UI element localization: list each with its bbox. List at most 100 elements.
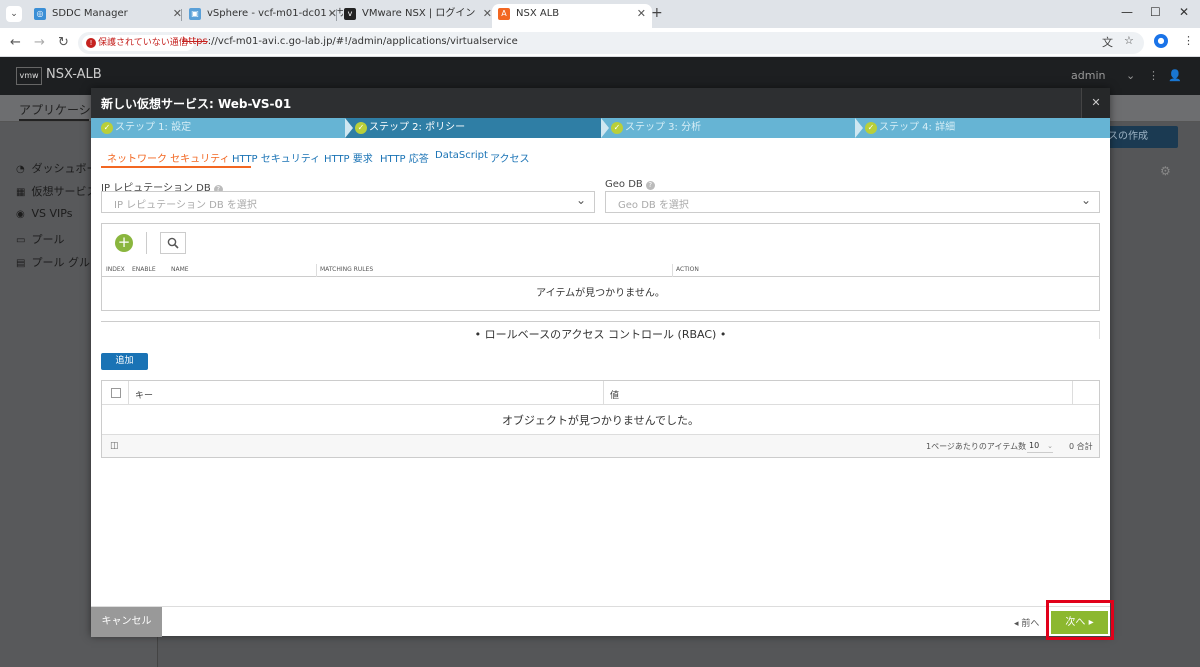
empty-message: アイテムが見つかりません。 xyxy=(536,288,665,299)
column-divider[interactable] xyxy=(672,264,673,277)
geo-db-select[interactable]: Geo DB を選択 ⌄ xyxy=(605,191,1100,213)
toolbar-divider xyxy=(146,232,147,254)
create-virtual-service-button[interactable]: スの作成 xyxy=(1098,126,1178,148)
sidebar-item-label: 仮想サービス xyxy=(31,185,98,198)
previous-button[interactable]: ◂ 前へ xyxy=(1014,616,1039,629)
sidebar-item-label: VS VIPs xyxy=(31,207,73,220)
wizard-step-label: ステップ 4: 詳細 xyxy=(879,122,956,133)
tab-http-security[interactable]: HTTP セキュリティ xyxy=(232,150,320,165)
chevron-down-icon[interactable]: ⌄ xyxy=(1126,69,1135,82)
security-indicator[interactable]: ! 保護されていない通信 xyxy=(82,35,194,51)
browser-tab-vsphere[interactable]: ▣ vSphere - vcf-m01-dc01 - サマリ ✕ xyxy=(183,4,343,28)
per-page-select[interactable]: 10 ⌄ xyxy=(1027,439,1053,453)
gear-icon[interactable]: ⚙ xyxy=(1160,164,1171,178)
column-header-key[interactable]: キー xyxy=(135,388,153,401)
reload-icon[interactable]: ↻ xyxy=(58,35,69,50)
column-header[interactable]: MATCHING RULES xyxy=(320,266,373,273)
active-tab-underline xyxy=(101,166,251,168)
more-menu-icon[interactable]: ⋮ xyxy=(1148,69,1159,82)
previous-label: 前へ xyxy=(1021,619,1040,629)
add-button[interactable]: 追加 xyxy=(101,353,148,370)
empty-message: オブジェクトが見つかりませんでした。 xyxy=(501,414,700,427)
browser-tab-sddc[interactable]: ◎ SDDC Manager ✕ xyxy=(28,4,188,28)
app-title: NSX-ALB xyxy=(46,67,102,82)
tab-http-request[interactable]: HTTP 要求 xyxy=(324,150,373,165)
rbac-grid: キー 値 オブジェクトが見つかりませんでした。 ◫ 1ページあたりのアイテム数 … xyxy=(101,380,1100,458)
tab-search-icon[interactable]: ⌄ xyxy=(6,6,22,22)
profile-avatar-icon[interactable]: ● xyxy=(1154,34,1168,48)
select-placeholder: IP レピュテーション DB を選択 xyxy=(114,200,257,211)
help-icon[interactable]: ? xyxy=(645,181,655,190)
wizard-step-3[interactable]: ✓ ステップ 3: 分析 xyxy=(601,118,855,138)
grid-header: INDEX ENABLE NAME MATCHING RULES ACTION xyxy=(102,264,1099,277)
sidebar-item-label: プール xyxy=(31,233,65,246)
address-bar[interactable]: ! 保護されていない通信 https://vcf-m01-avi.c.go-la… xyxy=(78,32,1144,54)
bookmark-star-icon[interactable]: ☆ xyxy=(1124,34,1134,47)
column-header[interactable]: ACTION xyxy=(676,266,699,273)
user-icon[interactable]: 👤 xyxy=(1168,69,1182,82)
new-tab-button[interactable]: + xyxy=(651,5,663,21)
vip-icon: ◉ xyxy=(16,209,25,220)
new-virtual-service-modal: 新しい仮想サービス: Web-VS-01 ✕ ✓ ステップ 1: 設定 ✓ ステ… xyxy=(91,88,1110,637)
tab-divider xyxy=(336,9,337,21)
chevron-down-icon: ⌄ xyxy=(1080,193,1091,207)
column-header-value[interactable]: 値 xyxy=(610,388,619,401)
step-arrow-separator xyxy=(345,118,353,138)
browser-tab-strip: ⌄ ◎ SDDC Manager ✕ ▣ vSphere - vcf-m01-d… xyxy=(0,0,1200,28)
tab-access[interactable]: アクセス xyxy=(490,150,530,165)
dashboard-icon: ◔ xyxy=(16,164,25,175)
step-arrow-separator xyxy=(855,118,863,138)
close-icon[interactable]: ✕ xyxy=(483,4,492,24)
column-toggle-icon[interactable]: ◫ xyxy=(110,441,119,451)
security-label: 保護されていない通信 xyxy=(98,38,188,48)
modal-close-icon[interactable]: ✕ xyxy=(1081,88,1110,118)
forward-icon[interactable]: → xyxy=(34,35,45,50)
back-icon[interactable]: ← xyxy=(10,35,21,50)
virtual-service-icon: ▦ xyxy=(16,187,26,198)
pool-group-icon: ▤ xyxy=(16,258,26,269)
tab-http-response[interactable]: HTTP 応答 xyxy=(380,150,429,165)
url-scheme: https xyxy=(182,36,208,47)
sidebar-item-pools[interactable]: ▭ プール xyxy=(16,231,65,247)
maximize-icon[interactable]: ☐ xyxy=(1150,5,1161,19)
check-circle-icon: ✓ xyxy=(355,122,367,134)
column-divider[interactable] xyxy=(603,381,604,405)
vmware-icon: v xyxy=(344,8,356,20)
column-header[interactable]: INDEX xyxy=(106,266,125,273)
browser-toolbar: ← → ↻ ! 保護されていない通信 https://vcf-m01-avi.c… xyxy=(0,28,1200,57)
wizard-step-2[interactable]: ✓ ステップ 2: ポリシー xyxy=(345,118,601,138)
wizard-step-4[interactable]: ✓ ステップ 4: 詳細 xyxy=(855,118,1110,138)
total-count: 0 合計 xyxy=(1069,442,1093,451)
column-divider[interactable] xyxy=(316,264,317,277)
user-menu[interactable]: admin xyxy=(1071,69,1105,82)
rbac-section-title[interactable]: • ロールベースのアクセス コントロール (RBAC) • xyxy=(91,326,1110,342)
ip-reputation-select[interactable]: IP レピュテーション DB を選択 ⌄ xyxy=(101,191,595,213)
column-header[interactable]: ENABLE xyxy=(132,266,156,273)
tab-network-security[interactable]: ネットワーク セキュリティ xyxy=(107,150,230,165)
select-all-checkbox[interactable] xyxy=(111,388,121,398)
sidebar-item-vs-vips[interactable]: ◉ VS VIPs xyxy=(16,207,72,220)
tab-divider xyxy=(181,9,182,21)
browser-tab-alb[interactable]: A NSX ALB ✕ xyxy=(492,4,652,28)
cancel-button[interactable]: キャンセル xyxy=(91,607,162,637)
browser-menu-icon[interactable]: ⋮ xyxy=(1183,34,1194,47)
chevron-down-icon: ⌄ xyxy=(1047,442,1053,450)
translate-icon[interactable]: 文 xyxy=(1102,34,1113,50)
caret-left-icon: ◂ xyxy=(1014,619,1019,629)
tab-title: vSphere - vcf-m01-dc01 - サマリ xyxy=(207,8,343,19)
sddc-icon: ◎ xyxy=(34,8,46,20)
browser-tab-nsx[interactable]: v VMware NSX | ログイン ✕ xyxy=(338,4,498,28)
minimize-icon[interactable]: — xyxy=(1121,5,1133,19)
vmw-logo: vmw xyxy=(16,67,42,85)
window-close-icon[interactable]: ✕ xyxy=(1179,5,1189,19)
sidebar-item-virtual-services[interactable]: ▦ 仮想サービス xyxy=(16,183,98,199)
close-icon[interactable]: ✕ xyxy=(637,4,646,24)
wizard-step-label: ステップ 2: ポリシー xyxy=(369,122,466,133)
tab-datascript[interactable]: DataScript xyxy=(435,150,488,161)
column-header[interactable]: NAME xyxy=(171,266,189,273)
wizard-step-1[interactable]: ✓ ステップ 1: 設定 xyxy=(91,118,345,138)
add-rule-button[interactable]: + xyxy=(115,234,133,252)
search-icon xyxy=(167,237,179,249)
search-button[interactable] xyxy=(160,232,186,254)
tab-title: SDDC Manager xyxy=(52,8,128,19)
